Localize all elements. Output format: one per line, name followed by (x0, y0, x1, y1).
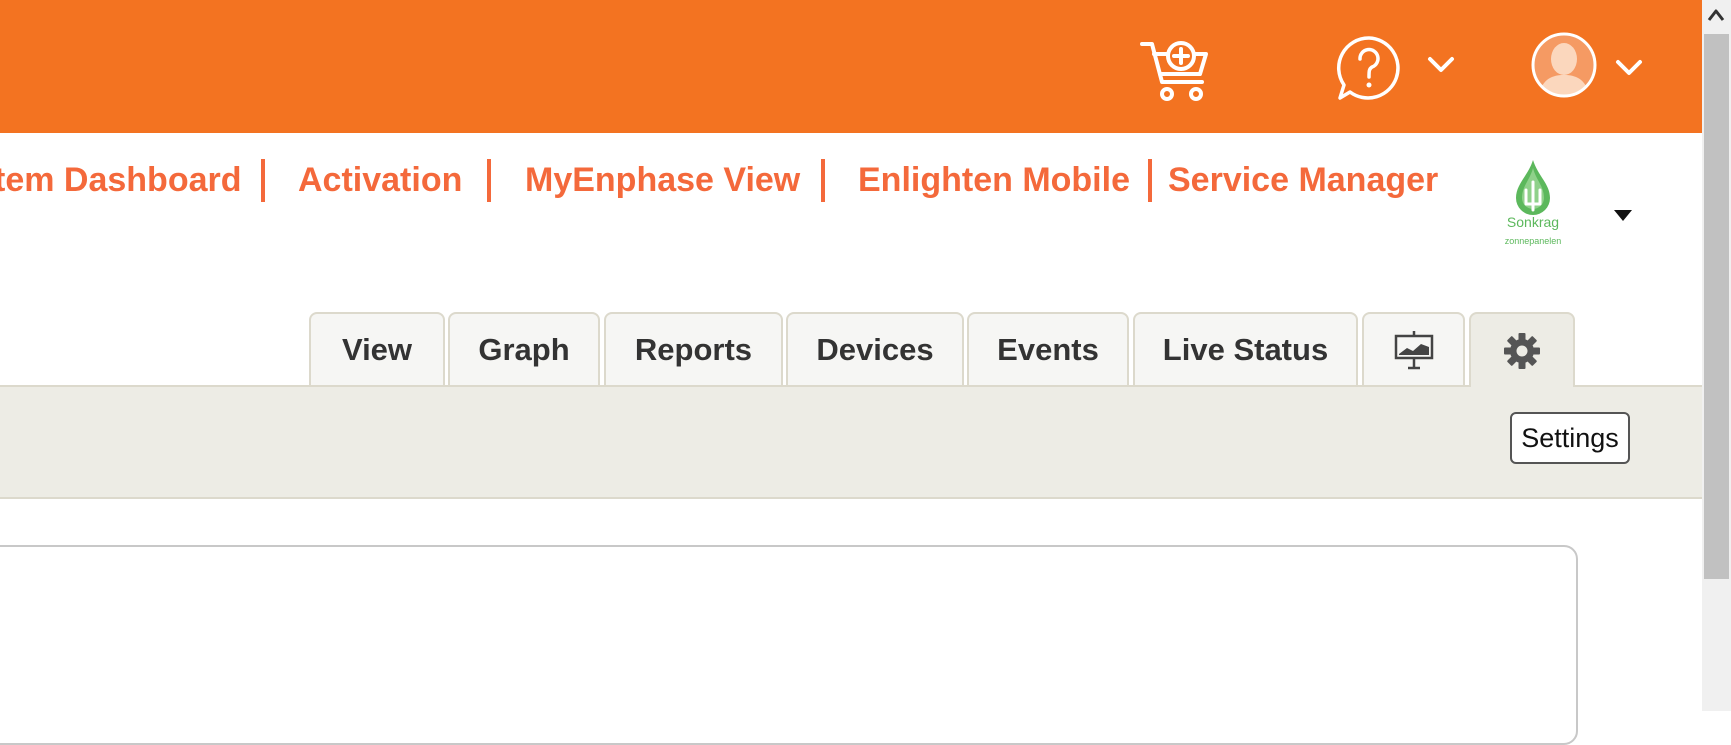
avatar-icon[interactable] (1530, 31, 1598, 99)
nav-separator (821, 159, 825, 202)
tab-settings[interactable] (1469, 312, 1575, 387)
tab-presentation[interactable] (1362, 312, 1465, 385)
logo-subtitle: zonnepanelen (1504, 236, 1562, 246)
settings-tooltip: Settings (1510, 412, 1630, 464)
tab-reports[interactable]: Reports (604, 312, 783, 385)
presentation-board-icon (1394, 330, 1433, 369)
logo-name: Sonkrag (1506, 214, 1560, 230)
nav-link-service-manager[interactable]: Service Manager (1168, 155, 1438, 205)
nav-separator (487, 159, 491, 202)
scroll-up-arrow-icon[interactable] (1706, 6, 1726, 24)
sub-toolbar (0, 387, 1702, 499)
nav-separator (1148, 159, 1152, 202)
tab-graph[interactable]: Graph (448, 312, 600, 385)
cart-add-icon[interactable] (1140, 38, 1216, 104)
scrollbar-thumb[interactable] (1704, 34, 1729, 579)
tab-devices[interactable]: Devices (786, 312, 964, 385)
help-icon[interactable] (1336, 35, 1402, 101)
page-scrollbar[interactable] (1702, 0, 1731, 711)
nav-link-myenphase-view[interactable]: MyEnphase View (525, 155, 800, 205)
caret-down-icon[interactable] (1612, 208, 1634, 222)
nav-link-system-dashboard[interactable]: tem Dashboard (0, 155, 242, 205)
top-header-bar (0, 0, 1702, 133)
nav-link-activation[interactable]: Activation (298, 155, 462, 205)
chevron-down-icon[interactable] (1426, 54, 1456, 76)
nav-link-enlighten-mobile[interactable]: Enlighten Mobile (858, 155, 1130, 205)
tab-events[interactable]: Events (967, 312, 1129, 385)
chevron-down-icon[interactable] (1614, 57, 1644, 79)
content-panel (0, 545, 1578, 745)
gear-icon (1504, 332, 1540, 369)
nav-separator (261, 159, 265, 202)
app-nav: tem Dashboard Activation MyEnphase View … (0, 155, 1440, 205)
tab-view[interactable]: View (309, 312, 445, 385)
tab-live-status[interactable]: Live Status (1133, 312, 1358, 385)
